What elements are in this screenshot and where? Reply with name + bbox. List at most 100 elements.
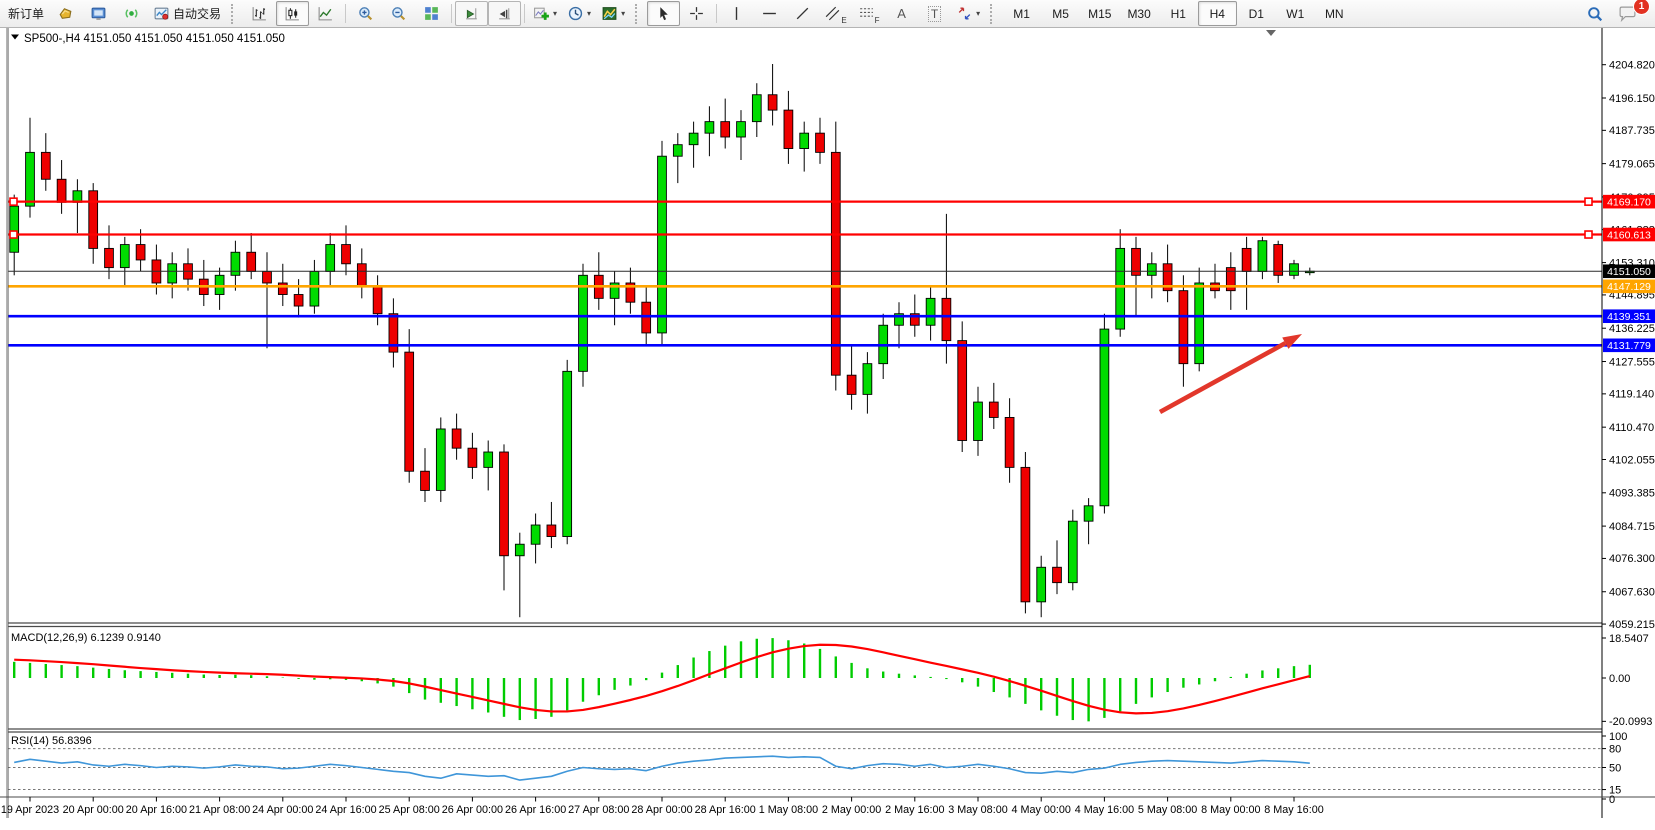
candle bbox=[1005, 417, 1014, 467]
candle bbox=[1147, 264, 1156, 276]
hline-handle[interactable] bbox=[1585, 231, 1592, 238]
trendline-icon bbox=[794, 5, 811, 22]
time-tick-label: 28 Apr 00:00 bbox=[631, 804, 692, 816]
zoom-in-button[interactable] bbox=[349, 1, 382, 26]
horizontal-line-icon bbox=[761, 5, 778, 22]
text-tool-button[interactable]: A bbox=[885, 1, 918, 26]
signals-icon bbox=[123, 5, 140, 22]
price-tag-label: 4169.170 bbox=[1607, 196, 1651, 208]
indicators-button[interactable]: ▾ bbox=[528, 1, 562, 26]
candle bbox=[1290, 264, 1299, 276]
timeframe-m5[interactable]: M5 bbox=[1041, 1, 1080, 26]
candle bbox=[974, 402, 983, 440]
candle bbox=[452, 429, 461, 448]
time-tick-label: 20 Apr 16:00 bbox=[126, 804, 187, 816]
toolbar-grip bbox=[231, 4, 239, 24]
bar-chart-button[interactable] bbox=[243, 1, 276, 26]
candle bbox=[1242, 248, 1251, 271]
candle bbox=[752, 95, 761, 122]
terminal-button[interactable] bbox=[82, 1, 115, 26]
periods-button[interactable]: ▾ bbox=[562, 1, 596, 26]
candle bbox=[1053, 567, 1062, 582]
trendline-tool-button[interactable] bbox=[786, 1, 819, 26]
time-tick-label: 2 May 16:00 bbox=[885, 804, 944, 816]
price-tick-label: 4084.715 bbox=[1609, 521, 1655, 533]
hline-handle[interactable] bbox=[1585, 198, 1592, 205]
terminal-window: 新订单 自动交易 bbox=[0, 0, 1655, 830]
hline-handle[interactable] bbox=[10, 198, 17, 205]
timeframe-h4[interactable]: H4 bbox=[1198, 1, 1237, 26]
templates-button[interactable]: ▾ bbox=[596, 1, 630, 26]
clock-icon bbox=[567, 5, 584, 22]
price-tick-label: 4204.820 bbox=[1609, 60, 1655, 72]
metaeditor-button[interactable] bbox=[49, 1, 82, 26]
time-tick-label: 4 May 16:00 bbox=[1075, 804, 1134, 816]
candle bbox=[168, 264, 177, 283]
candle bbox=[816, 133, 825, 152]
candle bbox=[278, 283, 287, 295]
time-tick-label: 27 Apr 08:00 bbox=[568, 804, 629, 816]
tile-windows-button[interactable] bbox=[415, 1, 448, 26]
timeframe-mn[interactable]: MN bbox=[1315, 1, 1354, 26]
time-tick-label: 20 Apr 00:00 bbox=[63, 804, 124, 816]
templates-icon bbox=[601, 5, 618, 22]
candle bbox=[231, 252, 240, 275]
price-tick-label: 4187.735 bbox=[1609, 125, 1655, 137]
arrows-tool-button[interactable]: ▾ bbox=[951, 1, 985, 26]
candle bbox=[405, 352, 414, 471]
candle bbox=[105, 248, 114, 267]
price-tag-label: 4160.613 bbox=[1607, 229, 1651, 241]
chart-title: SP500-,H4 4151.050 4151.050 4151.050 415… bbox=[24, 33, 285, 45]
time-tick-label: 3 May 08:00 bbox=[948, 804, 1007, 816]
cursor-tool-button[interactable] bbox=[647, 1, 680, 26]
toolbar-separator bbox=[451, 4, 452, 23]
notification-badge: 1 bbox=[1633, 0, 1650, 15]
line-chart-button[interactable] bbox=[309, 1, 342, 26]
fibonacci-tool-button[interactable]: F bbox=[852, 1, 885, 26]
candle bbox=[1179, 291, 1188, 364]
text-label-tool-button[interactable]: T bbox=[918, 1, 951, 26]
toolbar-grip bbox=[635, 4, 643, 24]
auto-scroll-button[interactable] bbox=[455, 1, 488, 26]
candle bbox=[342, 245, 351, 264]
signals-button[interactable] bbox=[115, 1, 148, 26]
channel-tool-button[interactable]: E bbox=[819, 1, 852, 26]
new-order-button[interactable]: 新订单 bbox=[3, 1, 49, 26]
autotrading-label: 自动交易 bbox=[173, 5, 221, 22]
candle bbox=[863, 364, 872, 395]
candlestick-chart-button[interactable] bbox=[276, 1, 309, 26]
search-button[interactable] bbox=[1578, 1, 1611, 26]
timeframe-m30[interactable]: M30 bbox=[1119, 1, 1158, 26]
candle bbox=[310, 271, 319, 306]
horizontal-line-tool-button[interactable] bbox=[753, 1, 786, 26]
vertical-line-icon bbox=[728, 5, 745, 22]
autotrading-button[interactable]: 自动交易 bbox=[148, 1, 226, 26]
time-tick-label: 28 Apr 16:00 bbox=[695, 804, 756, 816]
timeframe-h1[interactable]: H1 bbox=[1159, 1, 1198, 26]
time-tick-label: 2 May 00:00 bbox=[822, 804, 881, 816]
candle bbox=[926, 298, 935, 325]
timeframe-m1[interactable]: M1 bbox=[1002, 1, 1041, 26]
gold-icon bbox=[57, 5, 74, 22]
timeframe-m15[interactable]: M15 bbox=[1080, 1, 1119, 26]
toolbar-grip bbox=[990, 4, 998, 24]
arrows-icon bbox=[956, 5, 973, 22]
candle bbox=[579, 275, 588, 371]
price-tick-label: 4110.470 bbox=[1609, 422, 1654, 434]
chart-canvas[interactable]: MACD(12,26,9) 6.1239 0.9140RSI(14) 56.83… bbox=[0, 0, 1655, 830]
hline-handle[interactable] bbox=[10, 231, 17, 238]
toolbar-separator bbox=[716, 4, 717, 23]
candle bbox=[1068, 521, 1077, 582]
crosshair-tool-button[interactable] bbox=[680, 1, 713, 26]
vertical-line-tool-button[interactable] bbox=[720, 1, 753, 26]
candle bbox=[658, 156, 667, 333]
timeframe-w1[interactable]: W1 bbox=[1276, 1, 1315, 26]
time-tick-label: 19 Apr 2023 bbox=[1, 804, 59, 816]
candle bbox=[247, 252, 256, 271]
chart-shift-button[interactable] bbox=[488, 1, 521, 26]
candle bbox=[515, 544, 524, 556]
timeframe-d1[interactable]: D1 bbox=[1237, 1, 1276, 26]
zoom-out-button[interactable] bbox=[382, 1, 415, 26]
chat-button[interactable]: 1 bbox=[1611, 1, 1644, 26]
rsi-tick-label: 100 bbox=[1609, 731, 1627, 743]
